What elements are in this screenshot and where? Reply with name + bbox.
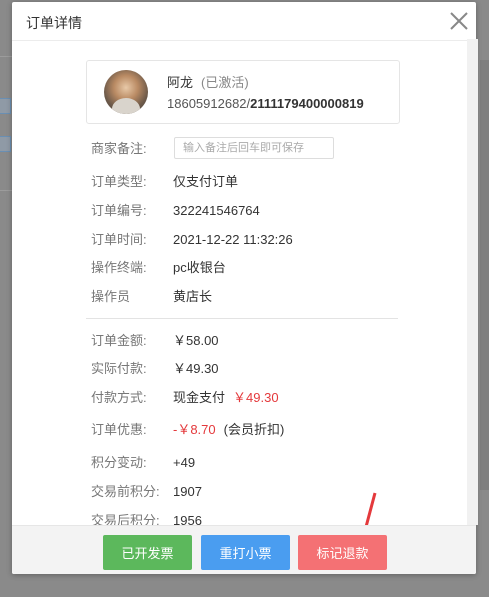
order-type-value: 仅支付订单 [173,174,239,189]
annotation-arrow-icon [364,492,377,527]
points-before-row: 交易前积分: 1907 [91,482,202,502]
dialog-body[interactable]: 阿龙 (已激活) 18605912682/2111179400000819 商家备… [12,41,476,527]
reprint-receipt-button[interactable]: 重打小票 [201,535,290,570]
discount-value: -￥8.70 [173,422,216,437]
payment-method-amount: ￥49.30 [233,390,279,405]
dialog-header: 订单详情 [12,2,476,41]
order-type-label: 订单类型: [91,174,147,189]
order-number-value: 322241546764 [173,203,260,218]
section-divider [86,318,398,319]
order-amount-label: 订单金额: [91,333,147,348]
payment-method-value: 现金支付 [173,390,226,405]
discount-row: 订单优惠: -￥8.70 (会员折扣) [91,420,284,440]
discount-label: 订单优惠: [91,422,147,437]
background-line [0,56,12,57]
member-name-text: 阿龙 [167,75,194,90]
dialog-title: 订单详情 [26,15,82,31]
invoice-button[interactable]: 已开发票 [103,535,192,570]
order-number-label: 订单编号: [91,203,147,218]
scrollbar-track[interactable] [467,39,478,525]
paid-amount-value: ￥49.30 [173,361,219,376]
order-number-row: 订单编号: 322241546764 [91,201,260,221]
points-change-label: 积分变动: [91,455,147,470]
member-phone: 18605912682/2111179400000819 [167,96,364,111]
note-input[interactable] [174,137,334,159]
member-name: 阿龙 (已激活) [167,72,249,91]
terminal-row: 操作终端: pc收银台 [91,258,226,278]
member-status: (已激活) [201,75,249,90]
operator-label: 操作员 [91,289,131,304]
order-detail-dialog: 订单详情 阿龙 (已激活) 18605912682/211117940000081… [12,2,476,574]
dialog-footer: 已开发票 重打小票 标记退款 [12,525,476,574]
points-change-value: +49 [173,455,196,470]
note-row: 商家备注: [91,139,173,159]
terminal-value: pc收银台 [173,260,226,275]
paid-amount-row: 实际付款: ￥49.30 [91,359,219,379]
note-label: 商家备注: [91,141,147,156]
terminal-label: 操作终端: [91,260,147,275]
background-block [480,60,489,490]
order-time-label: 订单时间: [91,232,147,247]
order-time-row: 订单时间: 2021-12-22 11:32:26 [91,230,293,250]
background-tab [0,98,11,114]
order-amount-value: ￥58.00 [173,333,219,348]
payment-method-label: 付款方式: [91,390,147,405]
avatar [104,70,148,114]
operator-value: 黄店长 [173,289,213,304]
background-tab [0,136,11,152]
background-line [0,190,12,191]
order-type-row: 订单类型: 仅支付订单 [91,172,238,192]
order-amount-row: 订单金额: ￥58.00 [91,331,219,351]
member-card: 阿龙 (已激活) 18605912682/2111179400000819 [86,60,400,124]
points-before-label: 交易前积分: [91,484,160,499]
order-time-value: 2021-12-22 11:32:26 [173,232,293,247]
paid-amount-label: 实际付款: [91,361,147,376]
discount-note: (会员折扣) [223,422,285,437]
member-phone-number: 18605912682/ [167,96,251,111]
member-card-number: 2111179400000819 [250,96,364,111]
points-before-value: 1907 [173,484,202,499]
close-icon[interactable] [448,10,470,32]
payment-method-row: 付款方式: 现金支付 ￥49.30 [91,388,279,408]
points-change-row: 积分变动: +49 [91,453,195,473]
mark-refund-button[interactable]: 标记退款 [298,535,387,570]
operator-row: 操作员 黄店长 [91,287,212,307]
